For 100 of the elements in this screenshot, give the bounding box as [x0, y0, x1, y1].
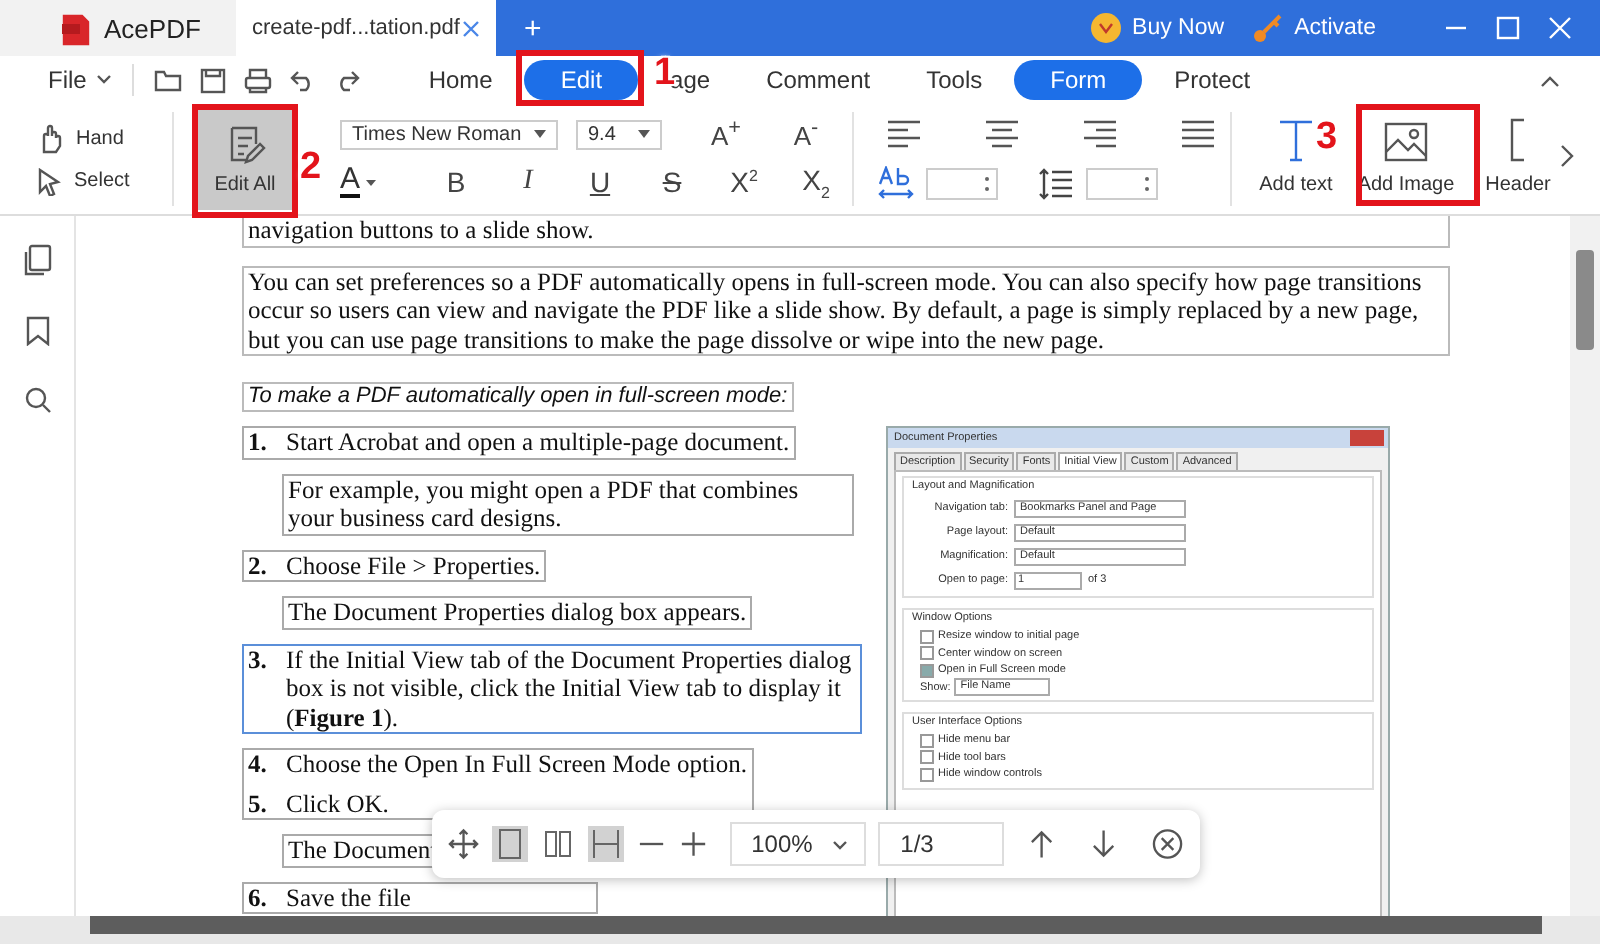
search-icon[interactable] [23, 386, 51, 414]
text-style-button[interactable]: S [636, 166, 708, 199]
line-spacing-icon[interactable] [1038, 167, 1074, 199]
text-icon [1278, 118, 1314, 162]
arrow-down-icon[interactable] [1090, 828, 1118, 860]
chevron-right-icon[interactable] [1560, 144, 1574, 168]
two-page-icon[interactable] [539, 826, 576, 862]
caret-icon [534, 130, 546, 139]
text-paragraph: The Document Properties dialog box appears. [282, 596, 753, 629]
character-spacing-icon[interactable] [878, 165, 914, 201]
text-style-button[interactable]: B [420, 166, 492, 199]
ribbon-tab[interactable]: Protect [1150, 60, 1275, 100]
spin-field[interactable] [1086, 167, 1158, 199]
checkbox[interactable] [920, 767, 934, 782]
spin-arrows-icon [1144, 175, 1150, 191]
caret-icon [638, 130, 650, 139]
font-size-button[interactable]: A$^{-}$ [766, 116, 846, 152]
caret-icon[interactable] [366, 179, 377, 186]
ribbon-tab[interactable]: Comment [742, 60, 895, 100]
step-text: Choose the Open In Full Screen Mode option. [286, 750, 748, 779]
step-number: 1. [248, 428, 269, 457]
zoom-in-icon[interactable] [678, 828, 710, 860]
header-button[interactable]: Header [1476, 104, 1560, 214]
zoom-dropdown[interactable]: 100% [729, 822, 867, 866]
checkbox[interactable] [920, 663, 934, 678]
text-style-button[interactable]: U [564, 166, 636, 199]
collapse-icon[interactable] [1540, 74, 1560, 88]
checkbox[interactable] [920, 750, 934, 765]
callout-number: 3 [1316, 116, 1338, 160]
maximize-icon[interactable] [1496, 16, 1520, 40]
step-text: Start Acrobat and open a multiple-page document. [286, 428, 790, 457]
chevron-down-icon [832, 839, 849, 849]
close-icon[interactable] [462, 19, 480, 37]
scrollbar-thumb[interactable] [1576, 250, 1594, 350]
ribbon-tab[interactable]: Form [1014, 60, 1143, 100]
callout-frame [1356, 104, 1480, 206]
step-number: 3. [248, 645, 269, 677]
text-style-button[interactable]: X$^{2}$ [708, 166, 780, 199]
app-logo-icon [60, 10, 92, 46]
step-text: Save the file [286, 883, 411, 912]
ribbon-tab[interactable]: Home [404, 60, 517, 100]
checkbox[interactable] [920, 646, 934, 661]
arrow-up-icon[interactable] [1027, 828, 1055, 860]
font-size-button[interactable]: A$^{+}$ [686, 116, 766, 152]
ribbon-tab[interactable]: Edit [524, 60, 639, 100]
justify-icon[interactable] [1180, 117, 1216, 149]
text-style-button[interactable]: X$_{2}$ [780, 163, 852, 202]
hand-tool[interactable]: Hand [76, 127, 124, 149]
redo-icon[interactable] [334, 68, 361, 92]
new-tab-button[interactable]: + [524, 11, 542, 45]
ribbon-tab[interactable]: Tools [902, 60, 1007, 100]
callout-frame [516, 50, 644, 106]
align-center-icon[interactable] [984, 117, 1020, 149]
step-number: 5. [248, 789, 269, 818]
callout-frame [192, 104, 298, 218]
single-page-icon[interactable] [491, 826, 528, 862]
image-icon [1384, 122, 1428, 162]
bookmark-icon[interactable] [25, 316, 49, 346]
callout-number: 2 [300, 146, 322, 190]
spin-arrows-icon [984, 175, 990, 191]
font-dropdown[interactable]: Times New Roman [340, 119, 558, 150]
cursor-icon[interactable] [36, 167, 62, 195]
chevron-down-icon[interactable] [96, 74, 113, 86]
print-icon[interactable] [244, 67, 273, 93]
spin-field[interactable] [926, 167, 998, 199]
step-number: 4. [248, 750, 269, 779]
pages-icon[interactable] [23, 244, 51, 276]
close-icon[interactable] [1152, 828, 1184, 860]
move-icon[interactable] [448, 828, 480, 860]
page-field[interactable]: 1/3 [878, 822, 1004, 866]
size-dropdown[interactable]: 9.4 [576, 119, 662, 150]
edit-all-button[interactable]: Edit All [198, 108, 292, 210]
step-number: 2. [248, 551, 269, 580]
checkbox[interactable] [920, 733, 934, 748]
folder-icon[interactable] [154, 68, 183, 92]
step-text: If the Initial View tab of the Document Properties dialog box is not visible, click the Initial View tab to display it (Figure 1). [286, 645, 854, 732]
step-number: 6. [248, 883, 269, 912]
text-paragraph: For example, you might open a PDF that combines your business card designs. [282, 473, 854, 535]
save-icon[interactable] [200, 67, 227, 93]
fit-height-icon[interactable] [587, 826, 624, 862]
file-menu[interactable]: File [48, 66, 87, 94]
buy-now-link[interactable]: Buy Now [1132, 16, 1225, 40]
align-right-icon[interactable] [1082, 117, 1118, 149]
heading-text: To make a PDF automatically open in full-screen mode: [242, 382, 794, 412]
step-text: Choose File > Properties. [286, 551, 541, 580]
app-name: AcePDF [104, 13, 201, 43]
edit-document-icon [225, 123, 265, 163]
text-paragraph: You can set preferences so a PDF automatically opens in full-screen mode. You can also specify how page transitions occur so users can view and navigate the PDF like a slide show. By default, a page is simply replaced by a new page, but you can use page transitions to make the page dissolve or wipe into the new page. [242, 265, 1450, 356]
bracket-icon [1508, 118, 1528, 162]
activate-link[interactable]: Activate [1294, 16, 1376, 40]
select-tool[interactable]: Select [74, 170, 130, 192]
font-color-button[interactable]: A [340, 166, 361, 199]
text-paragraph: navigation buttons to a slide show. [242, 216, 1450, 247]
scrollbar-thumb[interactable] [90, 916, 1542, 934]
checkbox[interactable] [920, 629, 934, 644]
text-style-button[interactable]: I [492, 166, 564, 199]
coin-icon [1090, 12, 1123, 44]
step-text: Click OK. [286, 789, 389, 818]
align-left-icon[interactable] [886, 117, 922, 149]
key-icon [1252, 12, 1285, 44]
